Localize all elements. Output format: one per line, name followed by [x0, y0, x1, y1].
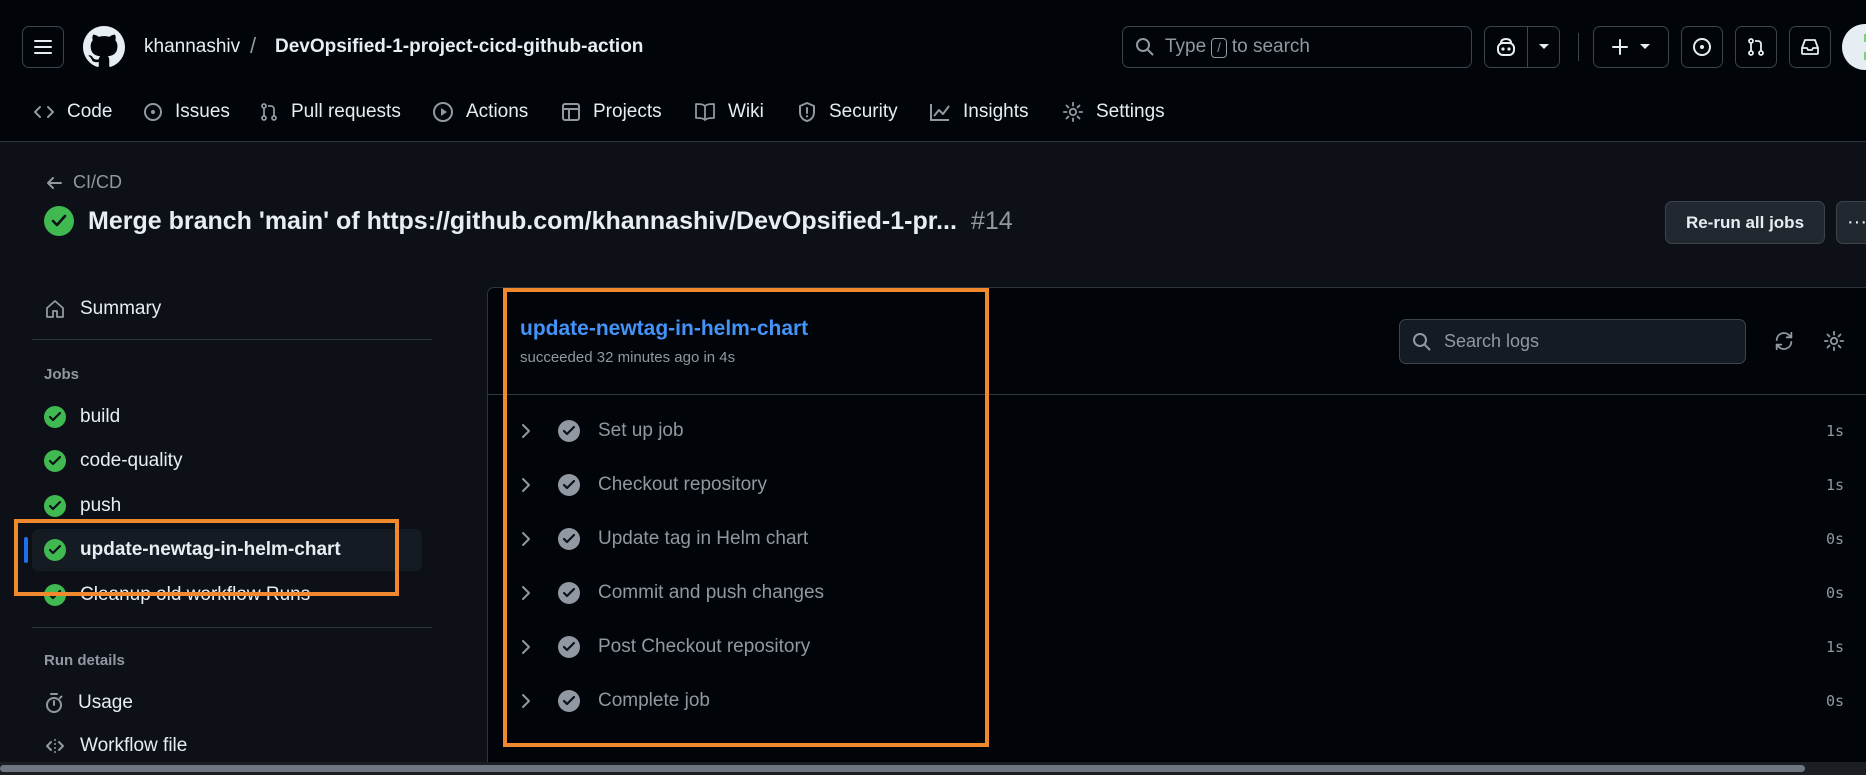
run-title: Merge branch 'main' of https://github.co… — [88, 206, 957, 235]
tab-insights-label: Insights — [963, 101, 1029, 122]
run-number: #14 — [970, 206, 1013, 235]
search-logs-placeholder: Search logs — [1444, 331, 1540, 351]
hamburger-menu-button[interactable] — [22, 26, 64, 68]
triangle-down-icon — [1639, 43, 1651, 51]
sidebar-item-summary[interactable]: Summary — [32, 288, 420, 330]
tab-pull-requests-label: Pull requests — [291, 101, 401, 122]
tab-projects-label: Projects — [593, 101, 662, 122]
copilot-icon — [1495, 37, 1517, 57]
search-hint-prefix: Type — [1165, 36, 1207, 57]
sidebar-item-label: Workflow file — [80, 735, 188, 756]
tab-security[interactable]: Security — [797, 96, 898, 128]
shield-icon — [797, 101, 817, 123]
sidebar-item-usage[interactable]: Usage — [32, 682, 420, 724]
tab-actions[interactable]: Actions — [432, 96, 528, 128]
tab-projects[interactable]: Projects — [561, 96, 662, 128]
inbox-button[interactable] — [1789, 26, 1831, 68]
sidebar-item-label: Usage — [78, 692, 133, 713]
play-icon — [432, 101, 454, 123]
gear-icon — [1062, 101, 1084, 123]
menu-icon — [34, 39, 52, 55]
search-hint-suffix: to search — [1231, 36, 1310, 57]
search-hint: Type / to search — [1165, 36, 1310, 58]
annotation-box-job-steps — [503, 288, 989, 747]
book-icon — [694, 102, 716, 122]
stopwatch-icon — [44, 692, 64, 714]
search-shortcut-key: / — [1211, 38, 1227, 58]
create-new-button[interactable] — [1593, 26, 1669, 68]
step-duration: 0s — [1825, 530, 1844, 548]
more-options-button[interactable]: ··· — [1836, 201, 1866, 244]
tab-issues-label: Issues — [175, 101, 230, 122]
step-duration: 0s — [1825, 692, 1844, 710]
refresh-logs-button[interactable] — [1762, 319, 1806, 363]
check-circle-icon — [44, 450, 66, 472]
repo-owner-link[interactable]: khannashiv — [144, 36, 240, 58]
inbox-icon — [1800, 37, 1820, 57]
tab-code-label: Code — [67, 101, 113, 122]
sidebar-divider — [32, 627, 432, 628]
gear-icon — [1823, 330, 1845, 352]
global-search-input[interactable]: Type / to search — [1122, 26, 1472, 68]
check-circle-icon — [44, 406, 66, 428]
issue-opened-icon — [143, 102, 163, 122]
sidebar-job-label: build — [80, 406, 121, 427]
search-logs-input[interactable]: Search logs — [1399, 319, 1746, 364]
annotation-box-selected-job — [14, 519, 399, 596]
run-details-heading: Run details — [44, 652, 125, 669]
code-icon — [33, 103, 55, 121]
home-icon — [44, 299, 66, 319]
tab-issues[interactable]: Issues — [143, 96, 230, 128]
sync-icon — [1773, 330, 1795, 352]
sidebar-divider — [32, 339, 432, 340]
triangle-down-icon — [1538, 43, 1550, 51]
repo-name-link[interactable]: DevOpsified-1-project-cicd-github-action — [275, 36, 643, 58]
run-title-row: Merge branch 'main' of https://github.co… — [44, 206, 1013, 236]
header-divider — [1578, 33, 1579, 61]
tab-settings[interactable]: Settings — [1062, 96, 1165, 128]
tab-actions-label: Actions — [466, 101, 529, 122]
tab-insights[interactable]: Insights — [929, 96, 1028, 128]
table-icon — [561, 102, 581, 122]
plus-icon — [1611, 38, 1629, 56]
step-duration: 0s — [1825, 584, 1844, 602]
issue-opened-icon — [1692, 37, 1712, 57]
issues-button[interactable] — [1681, 26, 1723, 68]
pull-requests-button[interactable] — [1735, 26, 1777, 68]
check-circle-icon — [44, 206, 74, 236]
search-icon — [1412, 332, 1432, 352]
step-duration: 1s — [1825, 476, 1844, 494]
file-code-icon — [44, 736, 66, 756]
search-icon — [1135, 37, 1155, 57]
git-pull-request-icon — [1746, 37, 1766, 57]
breadcrumb-separator: / — [250, 33, 257, 58]
arrow-left-icon — [45, 175, 63, 191]
sidebar-job-build[interactable]: build — [32, 396, 420, 438]
copilot-dropdown-button[interactable] — [1527, 26, 1560, 68]
graph-icon — [929, 102, 951, 122]
tab-pull-requests[interactable]: Pull requests — [259, 96, 401, 128]
sidebar-item-label: Summary — [80, 298, 162, 319]
sidebar-item-workflow-file[interactable]: Workflow file — [32, 725, 420, 767]
copilot-button[interactable] — [1484, 26, 1528, 68]
step-duration: 1s — [1825, 638, 1844, 656]
back-to-workflow-link[interactable]: CI/CD — [45, 172, 122, 193]
git-pull-request-icon — [259, 102, 279, 122]
sidebar-job-code-quality[interactable]: code-quality — [32, 440, 420, 482]
sidebar-job-label: push — [80, 495, 122, 516]
back-link-label: CI/CD — [73, 172, 122, 192]
log-settings-button[interactable] — [1812, 319, 1856, 363]
tab-security-label: Security — [829, 101, 898, 122]
tab-wiki[interactable]: Wiki — [694, 96, 764, 128]
github-logo-icon[interactable] — [83, 26, 125, 68]
rerun-all-jobs-button[interactable]: Re-run all jobs — [1665, 201, 1825, 244]
tab-code[interactable]: Code — [33, 96, 112, 128]
scrollbar-thumb[interactable] — [0, 765, 1805, 772]
tab-wiki-label: Wiki — [728, 101, 764, 122]
step-duration: 1s — [1825, 422, 1844, 440]
jobs-heading: Jobs — [44, 366, 80, 383]
sidebar-job-label: code-quality — [80, 450, 183, 471]
check-circle-icon — [44, 495, 66, 517]
tab-settings-label: Settings — [1096, 101, 1165, 122]
